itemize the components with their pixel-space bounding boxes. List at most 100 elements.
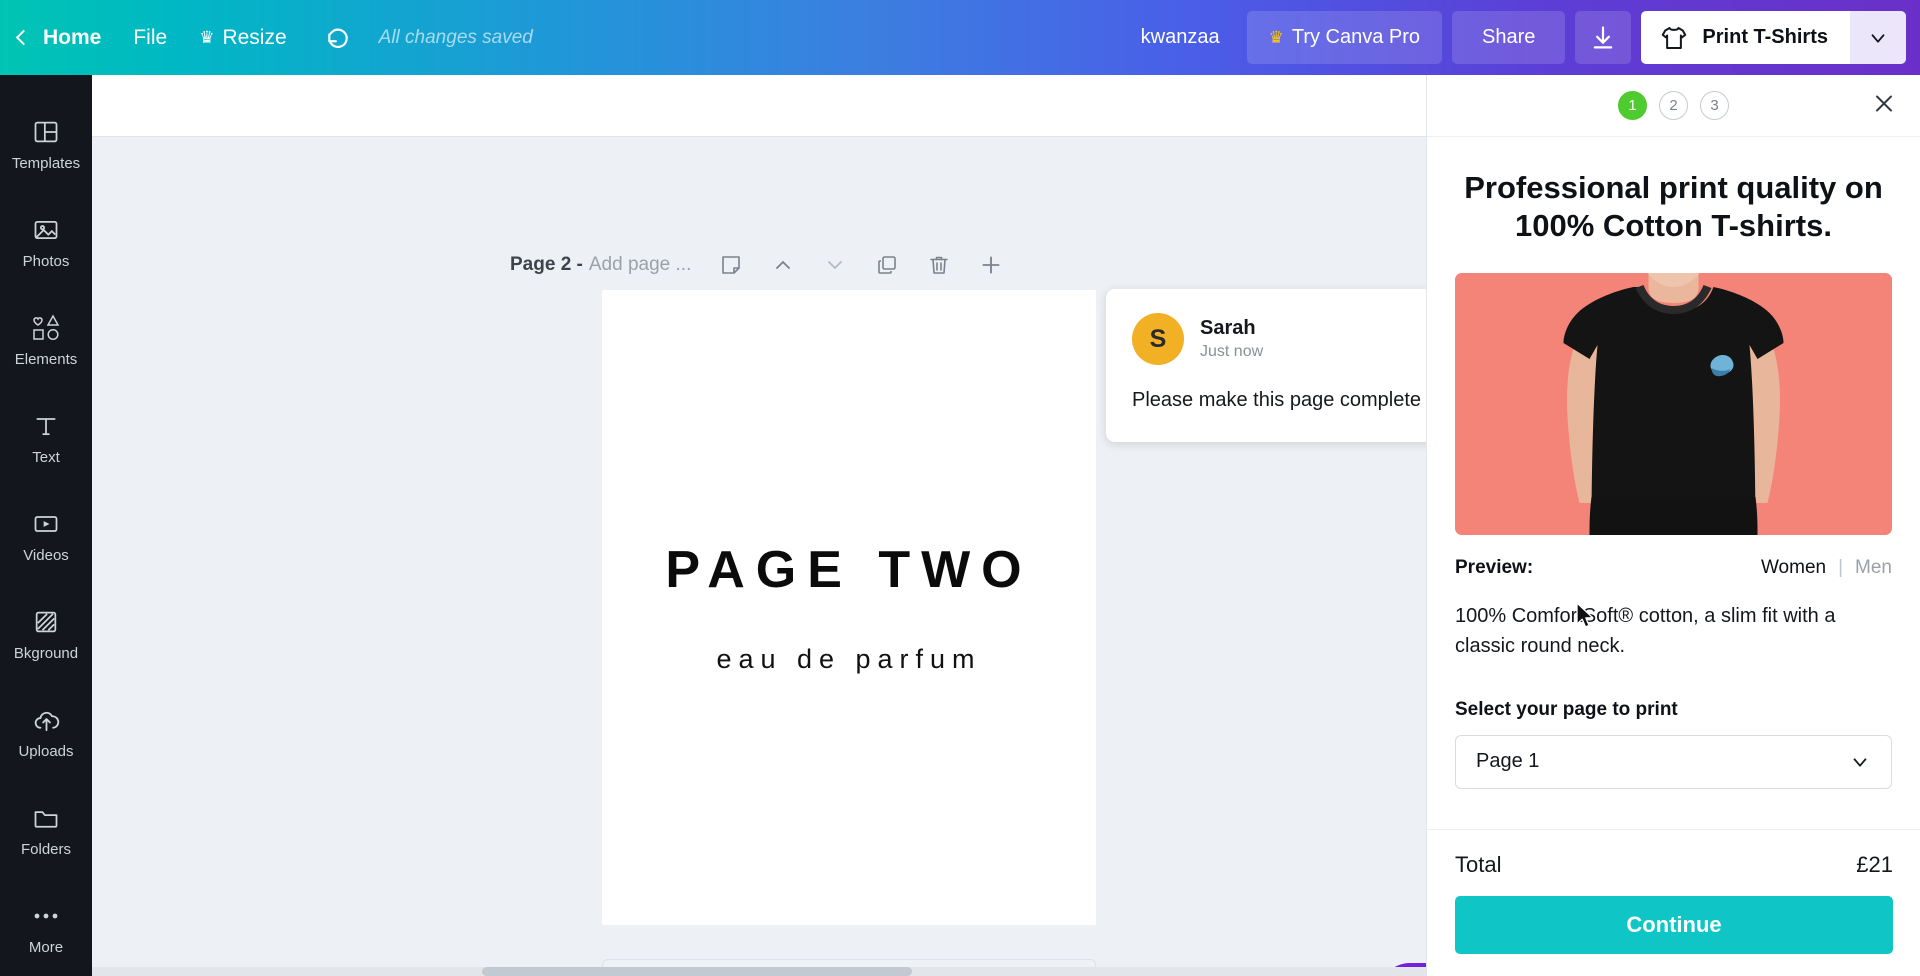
sidebar-label: Text <box>32 448 60 466</box>
scrollbar-thumb[interactable] <box>482 967 912 976</box>
print-dropdown-button[interactable] <box>1850 11 1906 64</box>
file-menu-button[interactable]: File <box>117 0 183 75</box>
resize-button[interactable]: ♛ Resize <box>183 0 302 75</box>
document-title[interactable]: kwanzaa <box>1119 26 1242 49</box>
design-canvas-page[interactable]: PAGE TWO eau de parfum <box>602 290 1096 925</box>
sidebar-item-photos[interactable]: Photos <box>0 195 92 289</box>
close-panel-button[interactable] <box>1870 89 1898 122</box>
sidebar-label: Videos <box>23 546 69 564</box>
chevron-down-icon <box>828 261 843 269</box>
comment-author: Sarah <box>1200 317 1256 339</box>
trash-icon <box>930 256 949 274</box>
preview-label: Preview: <box>1455 556 1534 578</box>
share-label: Share <box>1482 26 1536 48</box>
download-icon <box>1594 25 1613 48</box>
print-tshirts-group[interactable]: Print T-Shirts <box>1641 11 1906 64</box>
close-icon <box>1876 95 1892 111</box>
page-select-dropdown[interactable]: Page 1 <box>1455 734 1892 789</box>
sidebar-label: Photos <box>22 252 70 270</box>
page-number-label: Page 2 - <box>510 254 583 275</box>
move-page-up-button[interactable] <box>757 243 809 287</box>
note-icon <box>722 256 741 274</box>
product-description: 100% ComfortSoft® cotton, a slim fit wit… <box>1455 604 1836 657</box>
ellipsis-icon <box>31 901 61 931</box>
comment-timestamp: Just now <box>1200 343 1264 360</box>
gender-toggle: Women | Men <box>1761 557 1892 579</box>
upload-cloud-icon <box>32 705 61 735</box>
add-page-icon-button[interactable] <box>965 243 1017 287</box>
sidebar-label: Templates <box>11 154 81 172</box>
avatar: S <box>1132 313 1184 365</box>
total-row: Total £21 <box>1455 830 1893 896</box>
sidebar-item-videos[interactable]: Videos <box>0 489 92 583</box>
panel-body: Professional print quality on 100% Cotto… <box>1427 169 1920 789</box>
woman-wearing-black-tshirt-illustration <box>1455 272 1892 535</box>
page-select-value: Page 1 <box>1476 750 1540 773</box>
undo-arrow-icon <box>327 28 348 48</box>
left-sidebar: Templates Photos Elements Text Videos Bk… <box>0 75 92 976</box>
editor-area: Page 2 - Add page ... PAGE TWO eau de pa… <box>92 75 1492 976</box>
move-page-down-button[interactable] <box>809 243 861 287</box>
save-status: All changes saved <box>378 26 533 48</box>
background-icon <box>32 607 60 637</box>
sidebar-item-templates[interactable]: Templates <box>0 97 92 191</box>
crown-icon: ♛ <box>199 28 215 47</box>
page-notes-button[interactable] <box>705 243 757 287</box>
sidebar-item-folders[interactable]: Folders <box>0 784 92 878</box>
photo-icon <box>32 215 60 245</box>
step-3[interactable]: 3 <box>1700 91 1729 120</box>
sidebar-label: Bkground <box>13 645 79 663</box>
gender-option-men[interactable]: Men <box>1855 557 1892 579</box>
step-2[interactable]: 2 <box>1659 91 1688 120</box>
duplicate-icon <box>878 256 897 274</box>
continue-label: Continue <box>1626 912 1722 937</box>
undo-button[interactable] <box>303 0 373 75</box>
panel-title: Professional print quality on 100% Cotto… <box>1464 170 1883 243</box>
sidebar-item-more[interactable]: More <box>0 882 92 976</box>
sidebar-item-text[interactable]: Text <box>0 391 92 485</box>
page-select-label: Select your page to print <box>1455 698 1678 720</box>
gender-separator: | <box>1838 556 1844 578</box>
panel-footer: Total £21 Continue <box>1427 829 1920 976</box>
step-1[interactable]: 1 <box>1618 91 1647 120</box>
tshirt-icon <box>1662 26 1687 49</box>
comment-card[interactable]: S Sarah Just now Please make this page c… <box>1106 289 1461 442</box>
text-icon <box>32 411 60 441</box>
shapes-icon <box>30 313 62 343</box>
canvas-subheading-text[interactable]: eau de parfum <box>716 644 981 675</box>
print-panel: 1 2 3 Professional print quality on 100%… <box>1426 75 1920 976</box>
sidebar-label: Folders <box>20 841 72 859</box>
print-tshirts-label: Print T-Shirts <box>1702 26 1828 48</box>
sidebar-item-bkground[interactable]: Bkground <box>0 588 92 682</box>
delete-page-button[interactable] <box>913 243 965 287</box>
chevron-left-icon <box>15 29 32 46</box>
sidebar-label: Elements <box>14 350 78 368</box>
print-tshirts-button[interactable]: Print T-Shirts <box>1641 11 1850 64</box>
canvas-heading-text[interactable]: PAGE TWO <box>665 540 1032 600</box>
plus-icon <box>982 256 1000 274</box>
try-pro-label: Try Canva Pro <box>1291 26 1421 48</box>
preview-row: Preview: Women | Men <box>1455 557 1892 579</box>
horizontal-scrollbar[interactable] <box>92 967 1426 976</box>
home-button[interactable]: Home <box>0 0 117 75</box>
gender-option-women[interactable]: Women <box>1761 557 1826 579</box>
try-canva-pro-button[interactable]: ♛ Try Canva Pro <box>1246 11 1443 64</box>
page-title-input[interactable]: Add page ... <box>589 254 691 276</box>
download-button[interactable] <box>1575 11 1632 64</box>
continue-button[interactable]: Continue <box>1455 896 1893 954</box>
duplicate-page-button[interactable] <box>861 243 913 287</box>
editor-top-strip <box>92 75 1426 137</box>
chevron-down-icon <box>1853 758 1867 767</box>
sidebar-item-elements[interactable]: Elements <box>0 293 92 387</box>
step-indicator: 1 2 3 <box>1618 91 1729 120</box>
share-button[interactable]: Share <box>1452 11 1566 64</box>
sidebar-item-uploads[interactable]: Uploads <box>0 686 92 780</box>
sidebar-label: Uploads <box>18 743 74 761</box>
panel-header: 1 2 3 <box>1427 75 1920 137</box>
resize-label: Resize <box>222 25 287 49</box>
comment-body-text: Please make this page complete <box>1132 389 1422 411</box>
home-label: Home <box>43 25 102 49</box>
templates-icon <box>32 117 60 147</box>
folder-icon <box>32 803 60 833</box>
product-preview-image[interactable] <box>1455 272 1892 535</box>
